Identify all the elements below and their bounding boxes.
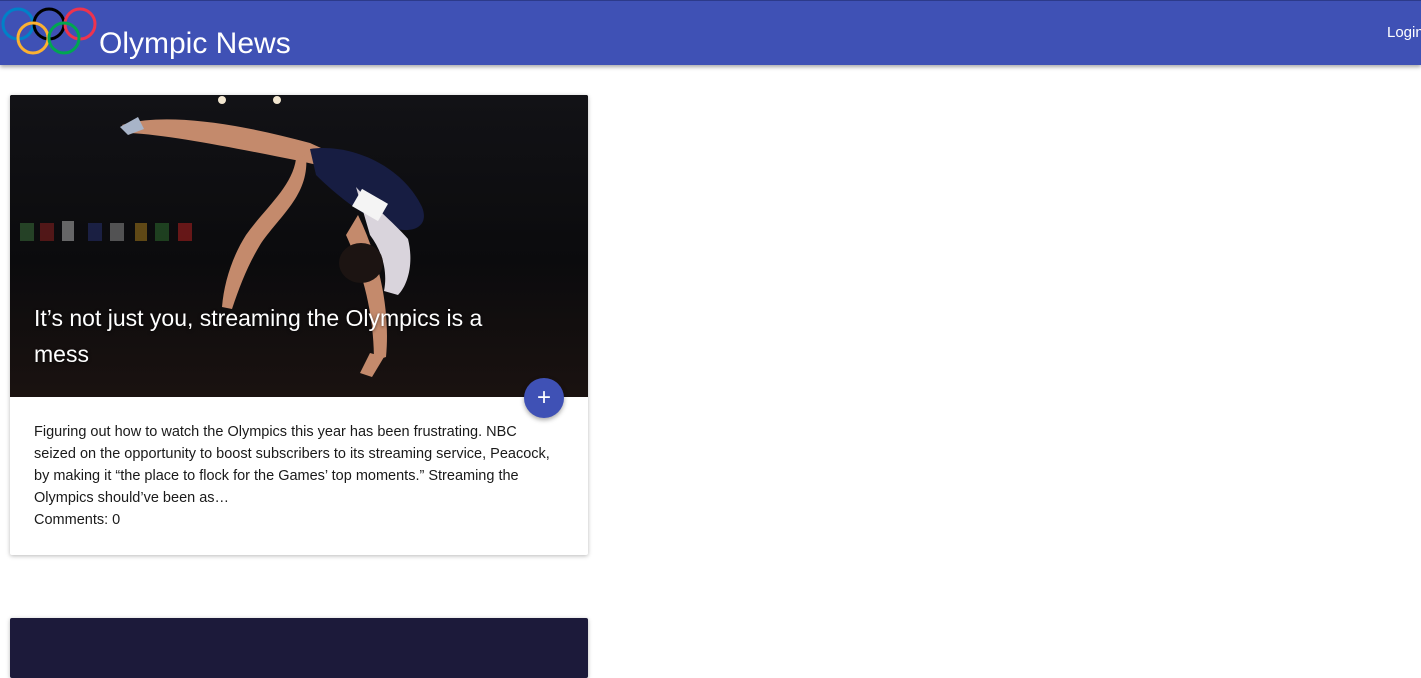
site-title[interactable]: Olympic News — [99, 26, 291, 62]
add-button[interactable]: + — [524, 378, 564, 418]
article-title[interactable]: It’s not just you, streaming the Olympic… — [34, 300, 534, 372]
login-link[interactable]: Login — [1387, 24, 1421, 42]
plus-icon: + — [536, 384, 551, 411]
article-content: Figuring out how to watch the Olympics t… — [34, 421, 554, 531]
article-image[interactable]: It’s not just you, streaming the Olympic… — [10, 95, 588, 397]
article-excerpt: Figuring out how to watch the Olympics t… — [34, 424, 550, 506]
article-card[interactable]: It’s not just you, streaming the Olympic… — [10, 95, 588, 555]
app-header: Olympic News Login — [0, 0, 1421, 65]
olympic-rings-icon[interactable] — [0, 4, 100, 56]
comments-count[interactable]: Comments: 0 — [34, 509, 554, 531]
article-card[interactable] — [10, 618, 588, 678]
